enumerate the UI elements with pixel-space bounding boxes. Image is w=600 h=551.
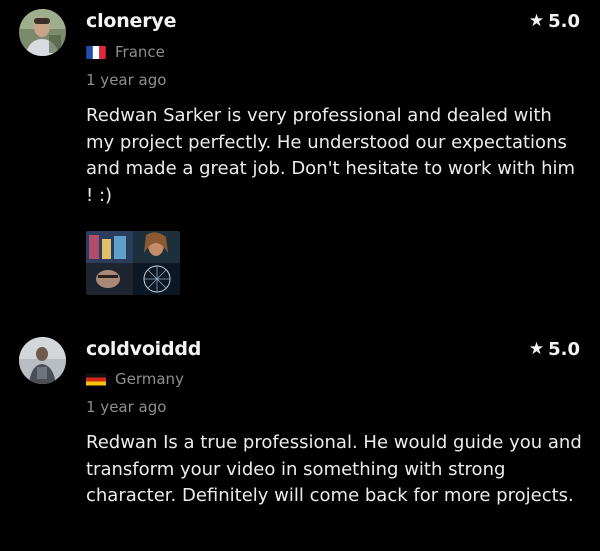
username[interactable]: clonerye <box>86 10 176 32</box>
avatar[interactable] <box>19 9 66 56</box>
thumbnail-image <box>86 231 180 295</box>
avatar-image <box>19 9 66 56</box>
rating-value: 5.0 <box>548 339 580 360</box>
rating: ★ 5.0 <box>529 11 580 32</box>
rating: ★ 5.0 <box>529 339 580 360</box>
country: Germany <box>86 370 184 388</box>
review-time: 1 year ago <box>86 398 167 416</box>
review-card: clonerye ★ 5.0 France 1 year ago Redwan … <box>0 0 600 320</box>
star-icon: ★ <box>528 339 545 359</box>
video-thumbnail[interactable] <box>86 231 180 295</box>
country: France <box>86 43 165 61</box>
country-name: Germany <box>115 370 184 388</box>
review-card: coldvoiddd ★ 5.0 Germany 1 year ago Redw… <box>0 320 600 551</box>
avatar-image <box>19 337 66 384</box>
avatar[interactable] <box>19 337 66 384</box>
review-text: Redwan Sarker is very professional and d… <box>86 105 576 206</box>
username[interactable]: coldvoiddd <box>86 338 201 360</box>
germany-flag-icon <box>86 373 106 385</box>
france-flag-icon <box>86 45 106 59</box>
review-text: Redwan Is a true professional. He would … <box>86 432 582 506</box>
country-name: France <box>115 43 165 61</box>
rating-value: 5.0 <box>548 11 580 32</box>
star-icon: ★ <box>528 11 545 31</box>
review-time: 1 year ago <box>86 71 167 89</box>
